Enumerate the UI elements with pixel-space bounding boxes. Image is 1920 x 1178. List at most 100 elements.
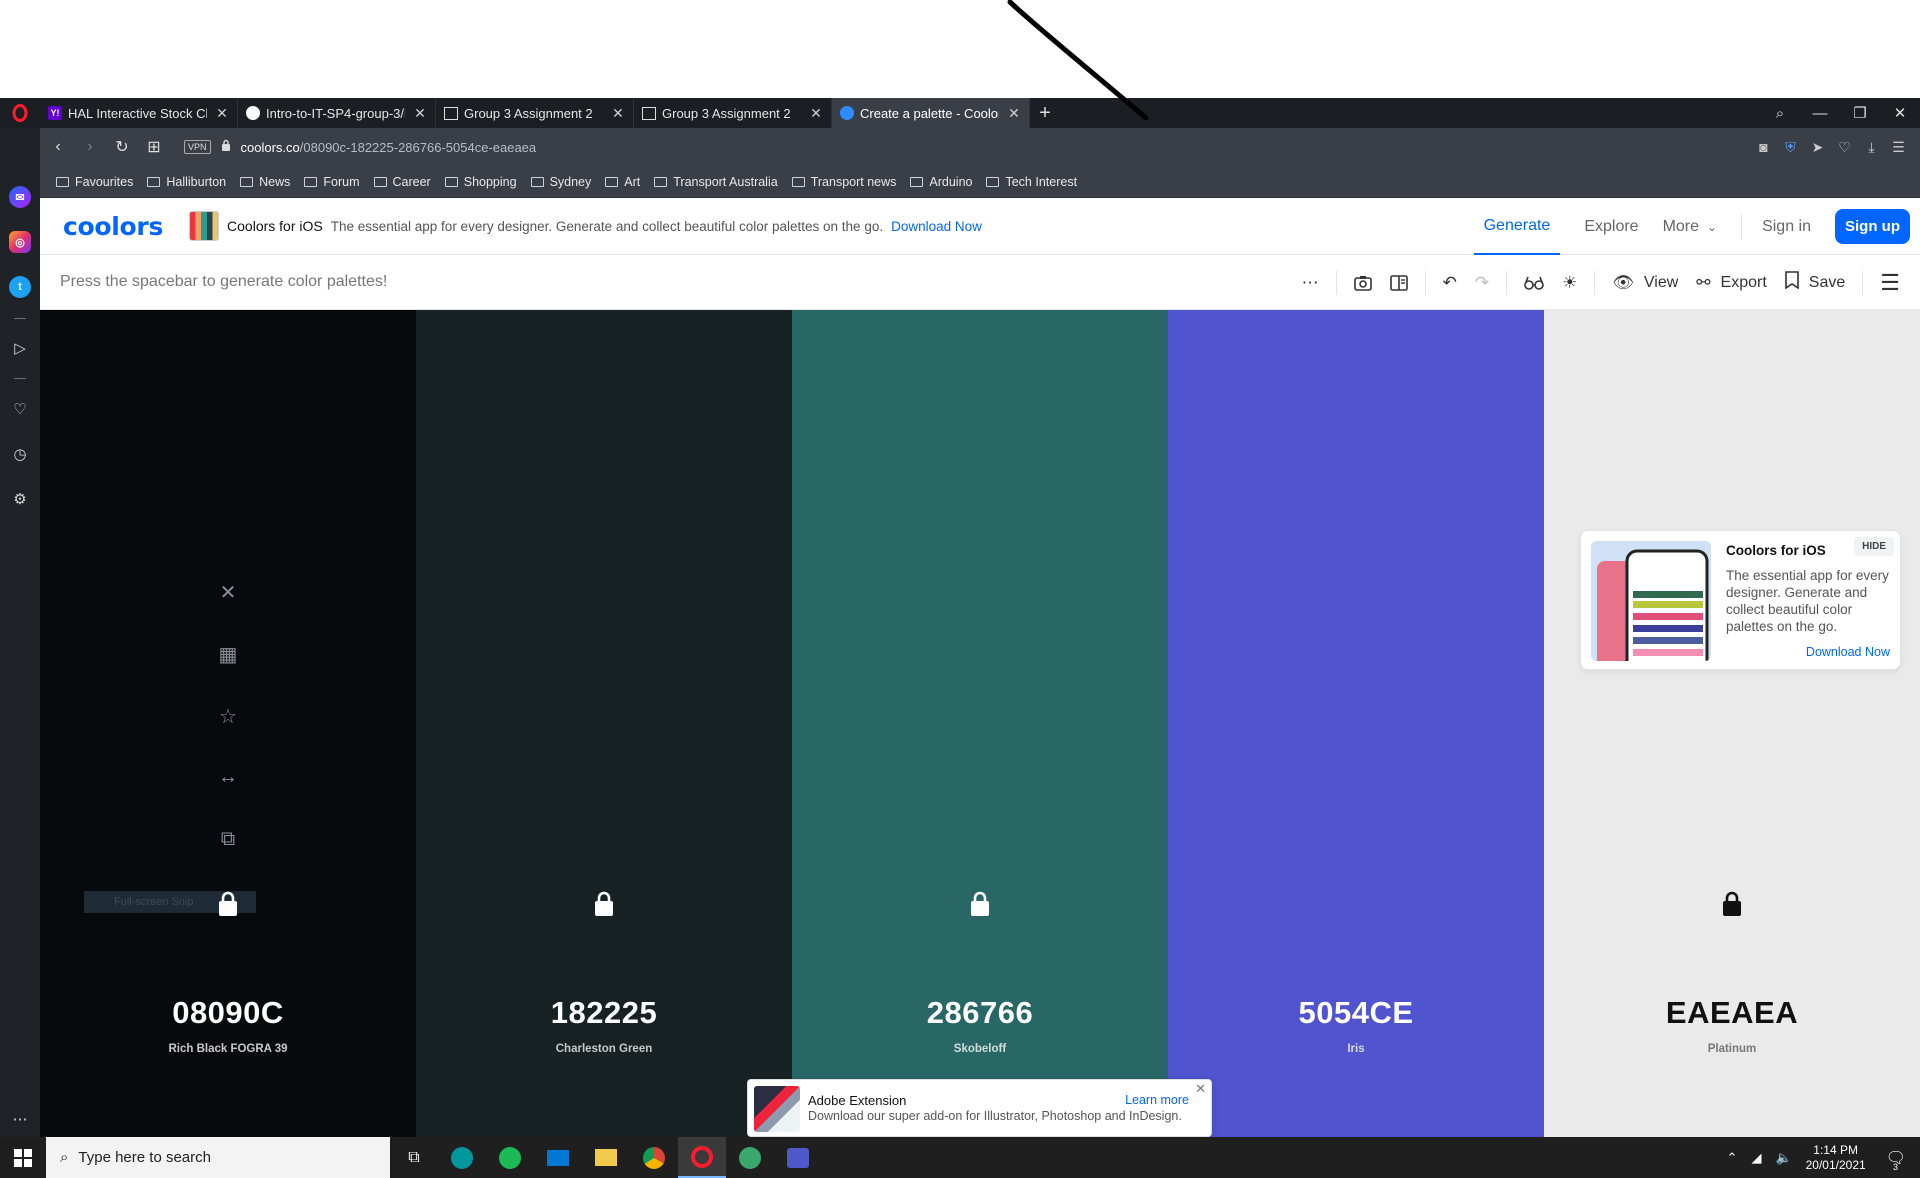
bookmark-shopping[interactable]: Shopping <box>444 175 517 189</box>
lock-icon[interactable] <box>217 891 239 922</box>
opera-app-icon[interactable] <box>678 1137 726 1178</box>
bookmark-tech-interest[interactable]: Tech Interest <box>986 175 1077 189</box>
tab-group3-b[interactable]: Group 3 Assignment 2 ✕ <box>634 98 832 128</box>
reload-icon[interactable]: ↻ <box>106 137 138 157</box>
glasses-icon[interactable] <box>1524 276 1544 290</box>
clock[interactable]: 1:14 PM 20/01/2021 <box>1806 1143 1866 1173</box>
lock-icon[interactable] <box>1721 891 1743 922</box>
tray-chevron-up-icon[interactable]: ⌃ <box>1727 1150 1738 1166</box>
bookmark-halliburton[interactable]: Halliburton <box>147 175 226 189</box>
messenger-icon[interactable]: ✉ <box>9 186 31 208</box>
network-icon[interactable]: ◢ <box>1751 1150 1761 1166</box>
coolors-logo[interactable]: coolors <box>63 212 163 241</box>
hide-button[interactable]: HIDE <box>1854 537 1894 556</box>
easy-setup-icon[interactable]: ☰ <box>1885 139 1912 156</box>
hex-code[interactable]: EAEAEA <box>1544 995 1920 1031</box>
drag-arrows-icon[interactable]: ↔ <box>217 766 239 789</box>
redo-icon[interactable]: ↷ <box>1475 273 1489 293</box>
hex-code[interactable]: 286766 <box>792 995 1168 1031</box>
bookmark-news[interactable]: News <box>240 175 290 189</box>
brightness-icon[interactable]: ☀ <box>1562 273 1577 293</box>
tab-hal-stock[interactable]: Y! HAL Interactive Stock Chart ✕ <box>40 98 238 128</box>
close-popup-icon[interactable]: ✕ <box>1195 1081 1206 1097</box>
ios-card-download-link[interactable]: Download Now <box>1806 645 1890 659</box>
twitter-icon[interactable]: t <box>9 276 31 298</box>
minimize-icon[interactable]: — <box>1800 105 1840 122</box>
learn-more-link[interactable]: Learn more <box>1125 1093 1189 1107</box>
bookmark-art[interactable]: Art <box>605 175 640 189</box>
shades-grid-icon[interactable]: ▦ <box>217 642 239 667</box>
close-window-icon[interactable]: ✕ <box>1880 104 1920 122</box>
green-app-icon[interactable] <box>726 1137 774 1178</box>
nav-explore[interactable]: Explore <box>1584 198 1638 255</box>
player-icon[interactable]: ▷ <box>9 337 31 359</box>
close-tab-icon[interactable]: ✕ <box>611 105 625 122</box>
back-arrow-icon[interactable]: ‹ <box>42 138 74 156</box>
bookmark-transport-australia[interactable]: Transport Australia <box>654 175 778 189</box>
chrome-app-icon[interactable] <box>630 1137 678 1178</box>
bookmark-sydney[interactable]: Sydney <box>530 175 591 189</box>
forward-arrow-icon[interactable]: › <box>74 138 106 156</box>
restore-icon[interactable]: ❐ <box>1840 104 1880 122</box>
bookmark-favourites[interactable]: Favourites <box>56 175 133 189</box>
vpn-badge[interactable]: VPN <box>184 140 211 154</box>
save-button[interactable]: Save <box>1784 271 1845 294</box>
lock-icon[interactable] <box>969 891 991 922</box>
new-tab-plus-icon[interactable]: + <box>1030 98 1060 128</box>
swatch-4[interactable]: 5054CE Iris <box>1168 310 1544 1137</box>
more-dots-icon[interactable]: ⋯ <box>9 1108 31 1130</box>
nav-more[interactable]: More ⌄ <box>1663 198 1718 255</box>
copy-icon[interactable]: ⧉ <box>217 828 239 851</box>
browser-search-icon[interactable]: ⌕ <box>1760 105 1800 122</box>
send-icon[interactable]: ➤ <box>1804 139 1831 156</box>
more-options-icon[interactable]: ⋯ <box>1302 273 1319 293</box>
undo-icon[interactable]: ↶ <box>1443 273 1457 293</box>
history-clock-icon[interactable]: ◷ <box>9 443 31 465</box>
swatch-5[interactable]: EAEAEA Platinum <box>1544 310 1920 1137</box>
download-icon[interactable]: ⤓ <box>1858 139 1885 156</box>
export-button[interactable]: ⚯ Export <box>1696 273 1767 293</box>
hex-code[interactable]: 5054CE <box>1168 995 1544 1031</box>
swatch-3[interactable]: 286766 Skobeloff <box>792 310 1168 1137</box>
spotify-app-icon[interactable] <box>486 1137 534 1178</box>
hamburger-menu-icon[interactable]: ☰ <box>1880 270 1900 296</box>
bookmark-arduino[interactable]: Arduino <box>910 175 972 189</box>
taskbar-search-input[interactable]: ⌕ Type here to search <box>46 1137 390 1178</box>
settings-gear-icon[interactable]: ⚙ <box>9 488 31 510</box>
tab-group3-a[interactable]: Group 3 Assignment 2 ✕ <box>436 98 634 128</box>
close-tab-icon[interactable]: ✕ <box>809 105 823 122</box>
volume-icon[interactable]: 🔈 <box>1775 1150 1791 1166</box>
signup-button[interactable]: Sign up <box>1835 209 1910 244</box>
nav-signin[interactable]: Sign in <box>1762 198 1811 255</box>
camera-icon[interactable]: ◙ <box>1750 139 1777 155</box>
bookmark-heart-icon[interactable]: ♡ <box>1831 139 1858 156</box>
lock-icon[interactable] <box>593 891 615 922</box>
favorite-star-icon[interactable]: ☆ <box>217 704 239 729</box>
opera-logo-icon[interactable] <box>0 98 40 128</box>
tab-coolors[interactable]: Create a palette - Coolors ✕ <box>832 98 1030 128</box>
tab-github[interactable]: Intro-to-IT-SP4-group-3/in ✕ <box>238 98 436 128</box>
close-tab-icon[interactable]: ✕ <box>413 105 427 122</box>
shield-icon[interactable]: ⛨ <box>1777 139 1804 156</box>
close-tab-icon[interactable]: ✕ <box>215 105 229 122</box>
file-explorer-icon[interactable] <box>582 1137 630 1178</box>
windows-start-icon[interactable] <box>0 1137 46 1178</box>
teams-app-icon[interactable] <box>774 1137 822 1178</box>
promo-download-link[interactable]: Download Now <box>891 219 982 234</box>
arduino-app-icon[interactable] <box>438 1137 486 1178</box>
side-panel-icon[interactable] <box>1389 274 1408 291</box>
hex-code[interactable]: 08090C <box>40 995 416 1031</box>
mail-app-icon[interactable] <box>534 1137 582 1178</box>
bookmark-career[interactable]: Career <box>373 175 431 189</box>
hex-code[interactable]: 182225 <box>416 995 792 1031</box>
close-tab-icon[interactable]: ✕ <box>1007 105 1021 122</box>
url-field[interactable]: coolors.co/08090c-182225-286766-5054ce-e… <box>241 140 537 155</box>
view-button[interactable]: 👁 View <box>1612 273 1678 293</box>
nav-generate[interactable]: Generate <box>1473 198 1561 255</box>
swatch-1[interactable]: ✕ ▦ ☆ ↔ ⧉ Full-screen Snip 08090C Rich B… <box>40 310 416 1137</box>
tabs-grid-icon[interactable]: ⊞ <box>138 137 170 157</box>
bookmark-forum[interactable]: Forum <box>304 175 360 189</box>
task-view-icon[interactable]: ⧉ <box>390 1137 438 1178</box>
bookmark-transport-news[interactable]: Transport news <box>791 175 896 189</box>
heart-icon[interactable]: ♡ <box>9 398 31 420</box>
